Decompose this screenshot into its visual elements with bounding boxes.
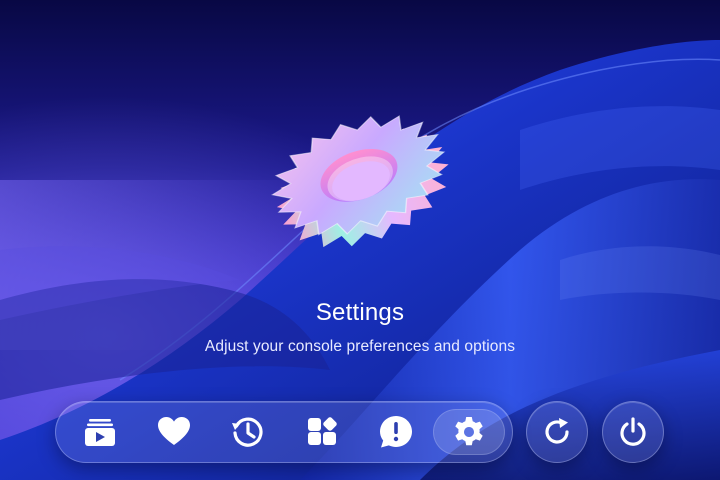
dock-item-apps[interactable]: [299, 409, 345, 455]
alert-bubble-icon: [380, 416, 412, 448]
dock-item-notifications[interactable]: [373, 409, 419, 455]
settings-screen: Settings Adjust your console preferences…: [0, 0, 720, 480]
gear-icon: [455, 417, 483, 446]
refresh-icon: [545, 418, 569, 444]
history-icon: [232, 417, 263, 447]
settings-gear-illustration: [270, 115, 449, 248]
page-title: Settings: [315, 299, 405, 326]
dock-item-media[interactable]: [77, 409, 123, 455]
power-icon: [620, 417, 646, 446]
heart-icon: [158, 417, 190, 445]
refresh-button[interactable]: [526, 401, 588, 463]
dock-item-settings[interactable]: [433, 409, 505, 455]
media-library-icon: [85, 419, 115, 446]
dock-item-history[interactable]: [225, 409, 271, 455]
apps-grid-icon: [308, 417, 337, 445]
page-subtitle: Adjust your console preferences and opti…: [204, 338, 516, 355]
power-button[interactable]: [602, 401, 664, 463]
navigation-dock: [55, 401, 513, 463]
dock-item-favorites[interactable]: [151, 409, 197, 455]
